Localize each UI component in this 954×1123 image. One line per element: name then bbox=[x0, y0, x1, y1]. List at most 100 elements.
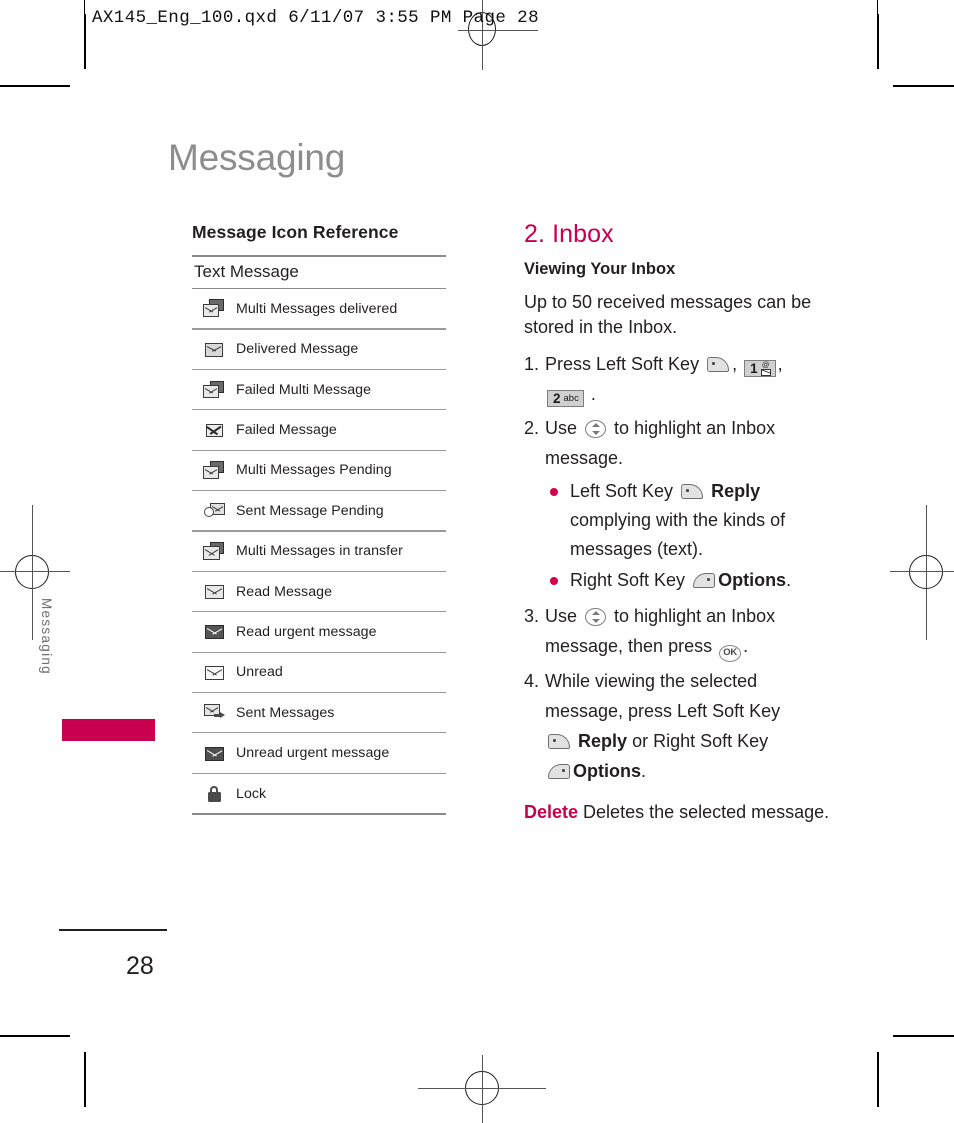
step-4-bold-options: Options bbox=[573, 761, 641, 781]
section-heading-inbox: 2. Inbox bbox=[524, 220, 614, 248]
failed-multi-message-icon bbox=[192, 380, 236, 399]
table-row-label: Failed Message bbox=[236, 422, 337, 438]
table-row-label: Multi Messages Pending bbox=[236, 462, 392, 479]
bullet-dot-icon bbox=[550, 477, 570, 564]
bullet-left-soft-key: Left Soft Key Reply complying with the k… bbox=[550, 477, 834, 564]
crop-mark-bottom-left-horizontal bbox=[0, 1035, 70, 1037]
nav-up-down-key-icon bbox=[585, 608, 607, 626]
table-row: Unread urgent message bbox=[192, 733, 446, 772]
soft-key-bullet-list: Left Soft Key Reply complying with the k… bbox=[550, 477, 834, 595]
envelope-glyph-icon bbox=[760, 369, 771, 377]
table-row: Multi Messages Pending bbox=[192, 451, 446, 490]
table-row: Sent Messages bbox=[192, 693, 446, 732]
key-2-letters: abc bbox=[563, 393, 579, 404]
step-1-comma-1: , bbox=[732, 354, 738, 374]
bullet-dot-icon bbox=[550, 566, 570, 595]
table-row: Unread bbox=[192, 653, 446, 692]
left-column: Message Icon Reference Text Message Mult… bbox=[192, 222, 446, 815]
at-symbol-icon: @ bbox=[761, 360, 770, 370]
table-row-label: Delivered Message bbox=[236, 341, 359, 358]
crop-mark-bottom-left-vertical bbox=[84, 1052, 86, 1107]
nav-up-down-key-icon bbox=[585, 420, 607, 438]
table-row-label: Read urgent message bbox=[236, 623, 377, 640]
step-1: 1. Press Left Soft Key , 1 @ , 2 abc . bbox=[524, 349, 834, 409]
table-bottom-rule bbox=[192, 813, 446, 815]
table-row: Multi Messages in transfer bbox=[192, 532, 446, 571]
step-4-text-before: While viewing the selected message, pres… bbox=[545, 671, 781, 721]
left-soft-key-icon bbox=[707, 357, 730, 372]
table-row-label: Failed Multi Message bbox=[236, 381, 372, 398]
step-3-period: . bbox=[743, 636, 749, 656]
lock-icon bbox=[192, 785, 236, 802]
step-2-text-after: to highlight an Inbox message. bbox=[545, 418, 776, 468]
bullet-1-text-after: complying with the kinds of messages (te… bbox=[570, 510, 786, 559]
crop-mark-bottom-right-vertical bbox=[877, 1052, 879, 1107]
table-row-label: Sent Message Pending bbox=[236, 502, 384, 519]
step-3-text-before: Use bbox=[545, 606, 578, 626]
intro-paragraph: Up to 50 received messages can be stored… bbox=[524, 292, 812, 337]
key-1-message-icon: 1 @ bbox=[744, 360, 776, 378]
key-2-digit: 2 bbox=[553, 391, 561, 406]
bullet-1-text-before: Left Soft Key bbox=[570, 481, 674, 501]
left-soft-key-icon bbox=[681, 484, 704, 499]
right-column: 2. Inbox Viewing Your Inbox Up to 50 rec… bbox=[524, 220, 834, 834]
crop-mark-top-right-vertical bbox=[877, 14, 879, 69]
bullet-2-text-after: . bbox=[786, 570, 792, 590]
key-1-digit: 1 bbox=[750, 361, 758, 376]
read-message-icon bbox=[192, 582, 236, 601]
step-4-text-mid: or Right Soft Key bbox=[632, 731, 769, 751]
key-2-abc-icon: 2 abc bbox=[547, 390, 584, 408]
chapter-side-tab-label: Messaging bbox=[39, 598, 54, 675]
bullet-1-bold-label: Reply bbox=[711, 481, 761, 501]
sent-message-pending-icon bbox=[192, 501, 236, 520]
multi-messages-delivered-icon bbox=[192, 299, 236, 318]
failed-message-icon bbox=[192, 421, 236, 440]
step-2: 2. Use to highlight an Inbox message. bbox=[524, 413, 834, 473]
table-row-label: Read Message bbox=[236, 583, 333, 600]
table-row-label: Unread urgent message bbox=[236, 745, 390, 762]
read-urgent-message-icon bbox=[192, 622, 236, 641]
table-row: Failed Message bbox=[192, 410, 446, 449]
bullet-right-soft-key: Right Soft Key Options. bbox=[550, 566, 834, 595]
table-row: Read urgent message bbox=[192, 612, 446, 651]
table-row: Lock bbox=[192, 774, 446, 813]
delivered-message-icon bbox=[192, 340, 236, 359]
crop-mark-bottom-right-horizontal bbox=[893, 1035, 954, 1037]
registration-mark-bottom-center bbox=[418, 1055, 546, 1123]
step-1-number: 1. bbox=[524, 354, 540, 374]
table-row: Delivered Message bbox=[192, 330, 446, 369]
delete-term: Delete bbox=[524, 802, 579, 822]
delete-description: Deletes the selected message. bbox=[583, 802, 830, 822]
table-row-label: Multi Messages delivered bbox=[236, 300, 398, 317]
left-soft-key-icon bbox=[548, 734, 570, 749]
subheading-viewing-your-inbox: Viewing Your Inbox bbox=[524, 260, 676, 278]
page-title: Messaging bbox=[168, 137, 346, 178]
page-frame-left-edge bbox=[84, 0, 86, 14]
delete-note: Delete Deletes the selected message. bbox=[524, 800, 834, 825]
multi-messages-pending-icon bbox=[192, 460, 236, 480]
registration-mark-right-center bbox=[890, 505, 954, 640]
print-slug-text: AX145_Eng_100.qxd 6/11/07 3:55 PM Page 2… bbox=[92, 8, 539, 28]
table-row: Failed Multi Message bbox=[192, 370, 446, 409]
bullet-2-text-before: Right Soft Key bbox=[570, 570, 686, 590]
multi-messages-in-transfer-icon bbox=[192, 541, 236, 561]
crop-mark-top-left-vertical bbox=[84, 14, 86, 69]
table-row: Sent Message Pending bbox=[192, 491, 446, 530]
step-1-period: . bbox=[590, 384, 596, 404]
step-2-number: 2. bbox=[524, 418, 540, 438]
step-4: 4. While viewing the selected message, p… bbox=[524, 666, 834, 786]
crop-mark-top-right-horizontal bbox=[893, 85, 954, 87]
unread-icon bbox=[192, 663, 236, 682]
table-row-label: Lock bbox=[236, 785, 267, 802]
table-row-label: Unread bbox=[236, 664, 283, 681]
bullet-2-bold-label: Options bbox=[718, 570, 787, 590]
message-icon-reference-heading: Message Icon Reference bbox=[192, 222, 399, 242]
step-1-comma-2: , bbox=[777, 354, 783, 374]
table-row: Read Message bbox=[192, 572, 446, 611]
ok-key-icon: OK bbox=[719, 645, 742, 662]
sent-messages-icon bbox=[192, 703, 236, 722]
right-soft-key-icon bbox=[548, 764, 570, 779]
crop-mark-top-left-horizontal bbox=[0, 85, 70, 87]
table-row-label: Sent Messages bbox=[236, 704, 335, 721]
table-row: Multi Messages delivered bbox=[192, 289, 446, 328]
